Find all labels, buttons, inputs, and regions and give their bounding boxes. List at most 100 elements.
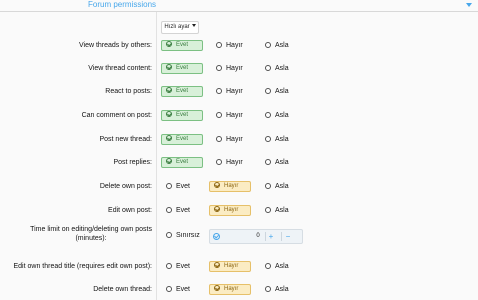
radio-icon (166, 263, 172, 269)
option-label: Evet (176, 159, 189, 165)
option-never[interactable]: Asla (265, 158, 289, 168)
option-label: Asla (275, 65, 289, 72)
check-circle-icon (166, 41, 172, 47)
option-label: Asla (275, 88, 289, 95)
radio-icon (216, 88, 222, 94)
quick-set-label: Hızlı ayar (164, 24, 190, 30)
radio-icon (265, 207, 271, 213)
radio-icon (265, 263, 271, 269)
option-label: Evet (176, 88, 189, 94)
option-label: Hayır (226, 65, 243, 72)
permission-label: Edit own thread title (requires edit own… (13, 263, 152, 270)
label-line: (minutes): (75, 235, 107, 242)
check-circle-icon (214, 285, 220, 291)
radio-icon (265, 136, 271, 142)
radio-icon (216, 159, 222, 165)
option-label: Asla (275, 183, 289, 190)
permission-row: View thread content: Evet Hayır Asla (0, 62, 478, 76)
option-no-selected[interactable]: Hayır (209, 181, 251, 192)
section-header[interactable]: Forum permissions (0, 0, 478, 12)
option-label: Hayır (226, 42, 243, 49)
check-circle-icon (214, 206, 220, 212)
radio-icon (166, 232, 172, 238)
chevron-down-icon[interactable] (466, 3, 472, 7)
radio-icon (265, 88, 271, 94)
option-no-selected[interactable]: Hayır (209, 261, 251, 272)
permission-row: Edit own post: Evet Hayır Asla (0, 204, 478, 218)
permission-row: Delete own post: Evet Hayır Asla (0, 180, 478, 194)
option-label: Asla (275, 136, 289, 143)
option-never[interactable]: Asla (265, 41, 289, 51)
radio-icon (166, 183, 172, 189)
check-circle-icon (166, 158, 172, 164)
option-label: Evet (176, 112, 189, 118)
option-yes-selected[interactable]: Evet (161, 63, 203, 74)
option-yes-selected[interactable]: Evet (161, 157, 203, 168)
option-label: Hayır (226, 112, 243, 119)
check-circle-icon[interactable] (213, 233, 220, 240)
option-yes[interactable]: Evet (166, 206, 190, 216)
option-never[interactable]: Asla (265, 64, 289, 74)
option-never[interactable]: Asla (265, 182, 289, 192)
permission-row: Delete own thread: Evet Hayır Asla (0, 283, 478, 297)
option-label: Evet (176, 65, 189, 71)
time-limit-value[interactable]: 0 (250, 230, 266, 243)
check-circle-icon (166, 135, 172, 141)
time-limit-label: Time limit on editing/deleting own posts… (30, 225, 152, 243)
option-label: Evet (176, 263, 191, 270)
permission-label: View threads by others: (78, 42, 152, 49)
option-label: Asla (275, 263, 289, 270)
radio-icon (265, 112, 271, 118)
section-title[interactable]: Forum permissions (88, 0, 156, 9)
option-yes[interactable]: Evet (166, 262, 190, 272)
option-label: Asla (275, 159, 289, 166)
option-no[interactable]: Hayır (216, 64, 243, 74)
option-never[interactable]: Asla (265, 135, 289, 145)
option-no[interactable]: Hayır (216, 87, 243, 97)
option-yes[interactable]: Evet (166, 182, 190, 192)
option-no[interactable]: Hayır (216, 111, 243, 121)
radio-icon (216, 65, 222, 71)
option-no[interactable]: Hayır (216, 135, 243, 145)
permission-label: React to posts: (105, 88, 152, 95)
option-label: Asla (275, 286, 289, 293)
permission-row: View threads by others: Evet Hayır Asla (0, 39, 478, 53)
check-circle-icon (166, 111, 172, 117)
option-never[interactable]: Asla (265, 111, 289, 121)
option-yes[interactable]: Evet (166, 285, 190, 295)
option-no[interactable]: Hayır (216, 158, 243, 168)
radio-icon (265, 286, 271, 292)
option-never[interactable]: Asla (265, 262, 289, 272)
decrement-button[interactable]: − (283, 230, 293, 243)
option-no-selected[interactable]: Hayır (209, 205, 251, 216)
option-no-selected[interactable]: Hayır (209, 284, 251, 295)
quick-set-button[interactable]: Hızlı ayar (161, 21, 199, 34)
permission-label: Delete own post: (99, 183, 152, 190)
option-unlimited[interactable]: Sınırsız (166, 231, 200, 241)
option-label: Hayır (226, 159, 243, 166)
option-never[interactable]: Asla (265, 206, 289, 216)
option-yes-selected[interactable]: Evet (161, 134, 203, 145)
option-label: Asla (275, 112, 289, 119)
option-never[interactable]: Asla (265, 87, 289, 97)
check-circle-icon (214, 182, 220, 188)
option-never[interactable]: Asla (265, 285, 289, 295)
radio-icon (265, 183, 271, 189)
option-label: Asla (275, 42, 289, 49)
permission-label: Post replies: (113, 159, 152, 166)
radio-icon (265, 65, 271, 71)
radio-icon (265, 159, 271, 165)
increment-button[interactable]: + (266, 230, 276, 243)
permission-row: React to posts: Evet Hayır Asla (0, 85, 478, 99)
option-label: Sınırsız (176, 232, 200, 239)
option-yes-selected[interactable]: Evet (161, 40, 203, 51)
option-no[interactable]: Hayır (216, 41, 243, 51)
time-limit-stepper[interactable]: 0 + − (209, 229, 303, 244)
option-yes-selected[interactable]: Evet (161, 86, 203, 97)
radio-icon (166, 286, 172, 292)
option-label: Asla (275, 207, 289, 214)
time-limit-row: Time limit on editing/deleting own posts… (0, 226, 478, 244)
caret-down-icon (191, 24, 196, 27)
option-yes-selected[interactable]: Evet (161, 110, 203, 121)
option-label: Hayır (224, 263, 239, 269)
